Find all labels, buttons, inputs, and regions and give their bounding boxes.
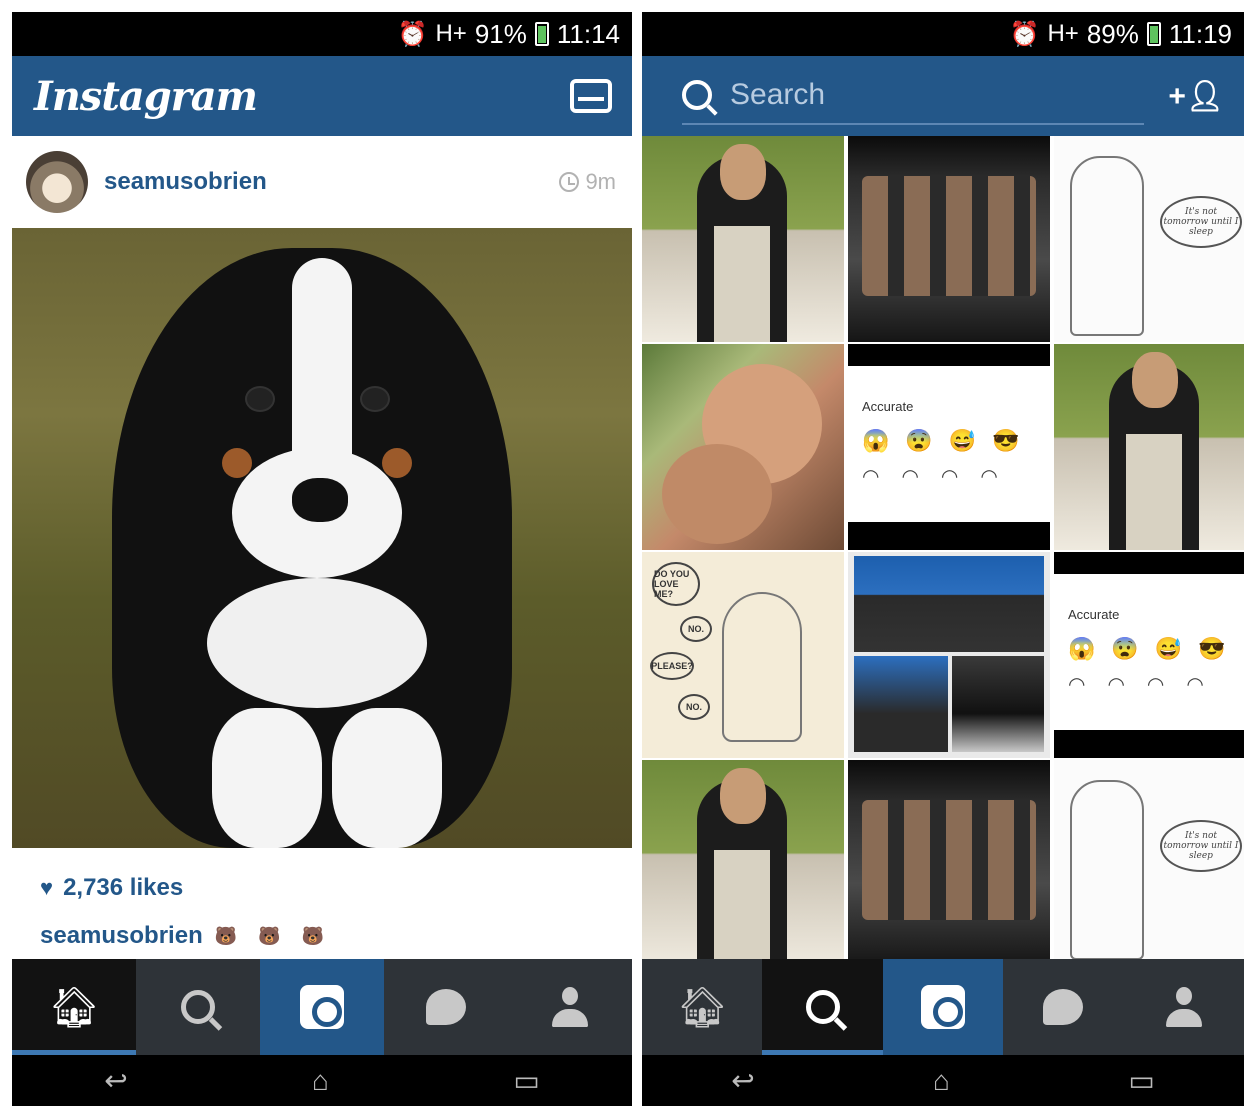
clock-time: 11:19	[1168, 18, 1232, 49]
caption-username[interactable]: seamusobrien	[40, 922, 203, 950]
grid-tile[interactable]: It's not tomorrow until I sleep	[1054, 136, 1244, 342]
signal-icon: H+	[1047, 20, 1079, 47]
post-timestamp: 9m	[559, 169, 616, 195]
recents-icon[interactable]: ▭	[513, 1064, 539, 1097]
battery-icon	[534, 22, 549, 46]
camera-icon	[921, 985, 966, 1029]
grid-tile[interactable]	[848, 760, 1050, 966]
system-nav-bar: ↩ ⌂ ▭	[12, 1055, 632, 1106]
search-field[interactable]	[682, 67, 1145, 125]
search-header: +👤︎	[642, 56, 1244, 136]
post-meta: ♥ 2,736 likes seamusobrien 🐻 🐻 🐻	[12, 848, 632, 950]
grid-tile[interactable]	[642, 760, 844, 966]
search-icon	[682, 80, 712, 110]
home-nav-icon[interactable]: ⌂	[312, 1065, 329, 1097]
grid-tile[interactable]	[848, 136, 1050, 342]
home-icon: 🏠︎	[48, 985, 100, 1030]
search-icon	[805, 990, 840, 1024]
battery-percent: 89%	[1086, 18, 1139, 49]
tab-activity[interactable]	[384, 959, 508, 1055]
grid-tile[interactable]	[642, 344, 844, 550]
grid-tile[interactable]: It's not tomorrow until I sleep	[1054, 760, 1244, 966]
likes-count[interactable]: 2,736 likes	[63, 874, 183, 902]
grid-tile[interactable]	[848, 552, 1050, 758]
battery-percent: 91%	[474, 18, 527, 49]
person-add-icon: 👤︎	[1185, 79, 1224, 113]
explore-screen: ⏰ H+ 89% 11:19 +👤︎ It's not tomorrow unt…	[642, 12, 1244, 1106]
recents-icon[interactable]: ▭	[1128, 1064, 1154, 1097]
add-user-button[interactable]: +👤︎	[1168, 79, 1224, 114]
activity-icon	[426, 989, 466, 1025]
avatar[interactable]	[26, 151, 88, 213]
grid-tile[interactable]	[1054, 344, 1244, 550]
grid-tile[interactable]: Accurate 😱 😨 😅 😎 ◠ ◠ ◠ ◠	[1054, 552, 1244, 758]
tab-bar: 🏠︎	[12, 959, 632, 1055]
profile-icon	[1165, 987, 1202, 1027]
grid-tile[interactable]: Accurate 😱 😨 😅 😎 ◠ ◠ ◠ ◠	[848, 344, 1050, 550]
activity-icon	[1043, 989, 1084, 1025]
puppy-image	[112, 248, 512, 848]
tab-home[interactable]: 🏠︎	[642, 959, 762, 1055]
search-input[interactable]	[730, 78, 1110, 112]
clock-icon	[559, 172, 580, 192]
status-bar: ⏰ H+ 91% 11:14	[12, 12, 632, 56]
search-icon	[181, 990, 215, 1024]
post-photo[interactable]	[12, 228, 632, 848]
system-nav-bar: ↩ ⌂ ▭	[642, 1055, 1244, 1106]
camera-icon	[300, 985, 344, 1029]
alarm-icon: ⏰	[1009, 20, 1040, 48]
grid-tile[interactable]	[642, 136, 844, 342]
clock-time: 11:14	[556, 18, 620, 49]
explore-grid: It's not tomorrow until I sleep Accurate…	[642, 136, 1244, 966]
tab-home[interactable]: 🏠︎	[12, 959, 136, 1055]
tab-camera[interactable]	[260, 959, 384, 1055]
battery-icon	[1146, 22, 1161, 46]
tab-search[interactable]	[762, 959, 884, 1055]
home-nav-icon[interactable]: ⌂	[933, 1065, 950, 1097]
back-icon[interactable]: ↩	[731, 1064, 754, 1097]
post-username[interactable]: seamusobrien	[104, 168, 267, 196]
tab-camera[interactable]	[882, 959, 1004, 1055]
status-bar: ⏰ H+ 89% 11:19	[642, 12, 1244, 56]
alarm-icon: ⏰	[397, 20, 428, 48]
time-ago: 9m	[585, 169, 616, 194]
tab-bar: 🏠︎	[642, 959, 1244, 1055]
profile-icon	[552, 987, 588, 1027]
grid-tile[interactable]: DO YOU LOVE ME? NO. PLEASE? NO.	[642, 552, 844, 758]
tab-profile[interactable]	[508, 959, 632, 1055]
tab-activity[interactable]	[1003, 959, 1123, 1055]
caption: seamusobrien 🐻 🐻 🐻	[40, 922, 604, 950]
instagram-logo: Instagram	[34, 72, 258, 120]
inbox-icon[interactable]	[570, 79, 612, 113]
post-header: seamusobrien 9m	[12, 136, 632, 228]
home-icon: 🏠︎	[676, 985, 728, 1030]
heart-icon: ♥	[40, 875, 54, 900]
tab-profile[interactable]	[1124, 959, 1244, 1055]
back-icon[interactable]: ↩	[104, 1064, 127, 1097]
caption-text: 🐻 🐻 🐻	[214, 925, 332, 946]
app-header: Instagram	[12, 56, 632, 136]
tab-search[interactable]	[136, 959, 260, 1055]
signal-icon: H+	[435, 20, 467, 47]
likes-row[interactable]: ♥ 2,736 likes	[40, 874, 604, 902]
feed-screen: ⏰ H+ 91% 11:14 Instagram seamusobrien 9m…	[12, 12, 632, 1106]
